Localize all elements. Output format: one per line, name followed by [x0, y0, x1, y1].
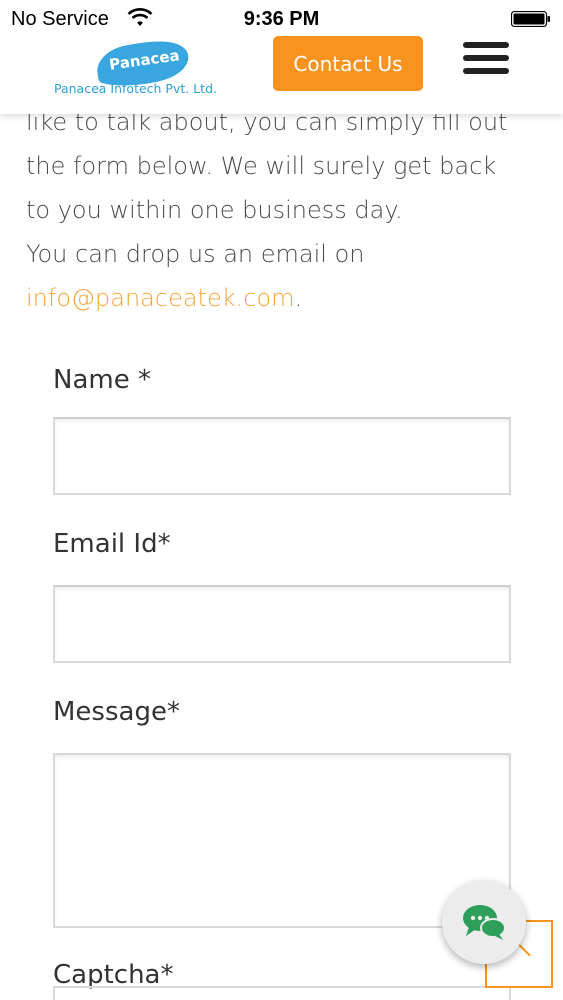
chat-button[interactable] — [442, 880, 526, 964]
contact-us-button[interactable]: Contact Us — [273, 36, 423, 91]
chat-bubbles-icon — [463, 905, 506, 940]
company-logo[interactable]: Panacea Panacea Infotech Pvt. Ltd. — [54, 38, 230, 100]
intro-text: like to talk about, you can simply fill … — [26, 100, 546, 320]
name-label: Name * — [53, 365, 151, 395]
intro-line: You can drop us an email on — [26, 240, 365, 268]
email-label: Email Id* — [53, 529, 171, 559]
message-label: Message* — [53, 697, 180, 727]
captcha-input[interactable] — [53, 986, 511, 1000]
email-link[interactable]: info@panaceatek.com — [26, 284, 295, 312]
hamburger-menu-icon[interactable] — [463, 42, 510, 76]
battery-icon — [511, 11, 550, 27]
site-header: Panacea Panacea Infotech Pvt. Ltd. Conta… — [0, 36, 563, 114]
name-input[interactable] — [53, 417, 511, 495]
email-suffix: . — [294, 284, 303, 312]
contact-form: Name * Email Id* Message* Captcha* — [53, 365, 511, 1000]
message-textarea[interactable] — [53, 753, 511, 928]
email-input[interactable] — [53, 585, 511, 663]
intro-line: the form below. We will surely get back — [26, 152, 497, 180]
status-bar: No Service 9:36 PM — [0, 0, 563, 36]
logo-tagline: Panacea Infotech Pvt. Ltd. — [54, 81, 217, 96]
clock: 9:36 PM — [243, 8, 320, 30]
intro-line: to you within one business day. — [26, 196, 403, 224]
